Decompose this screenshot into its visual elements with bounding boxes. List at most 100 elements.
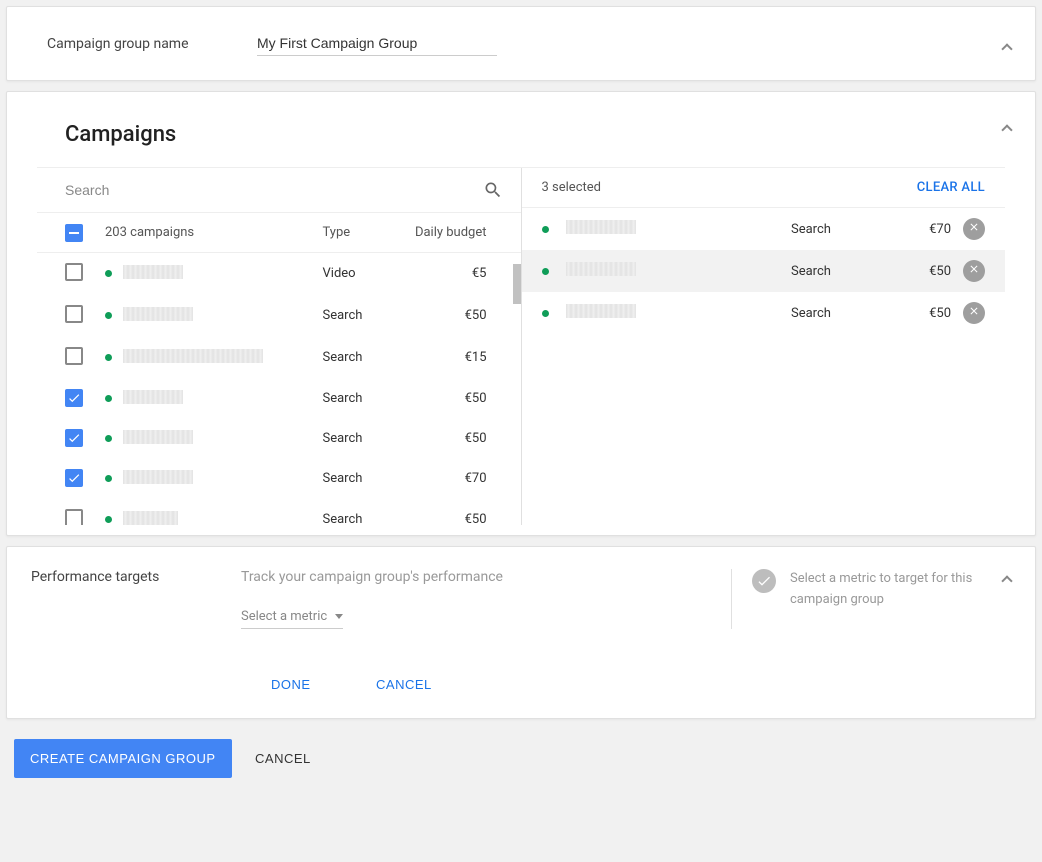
campaign-budget: €70 [413, 471, 503, 486]
campaign-budget: €70 [891, 222, 951, 237]
collapse-toggle[interactable] [995, 567, 1019, 591]
page-cancel-button[interactable]: CANCEL [235, 739, 331, 778]
campaign-group-name-card: Campaign group name [6, 6, 1036, 81]
performance-targets-card: Performance targets Track your campaign … [6, 546, 1036, 719]
campaigns-header: 203 campaigns Type Daily budget [37, 213, 521, 253]
page-actions: CREATE CAMPAIGN GROUP CANCEL [6, 729, 1036, 788]
campaign-budget: €50 [413, 431, 503, 446]
campaign-budget: €50 [413, 391, 503, 406]
campaign-row[interactable]: Search€50 [37, 379, 521, 419]
done-button[interactable]: DONE [255, 669, 327, 700]
col-type: Type [323, 225, 413, 240]
select-all-checkbox[interactable] [65, 224, 83, 242]
campaign-type: Search [323, 471, 413, 486]
available-campaigns-panel: 203 campaigns Type Daily budget Video€5S… [37, 168, 522, 525]
chevron-up-icon [1001, 43, 1012, 54]
create-campaign-group-button[interactable]: CREATE CAMPAIGN GROUP [14, 739, 232, 778]
select-metric-dropdown[interactable]: Select a metric [241, 605, 343, 629]
scrollbar-thumb[interactable] [513, 264, 521, 304]
campaigns-title: Campaigns [37, 122, 1005, 147]
campaigns-list[interactable]: Video€5Search€50Search€15Search€50Search… [37, 253, 521, 525]
campaign-type: Search [791, 306, 891, 321]
campaign-type: Search [323, 308, 413, 323]
campaign-budget: €50 [413, 308, 503, 323]
campaign-type: Search [323, 391, 413, 406]
remove-button[interactable] [963, 218, 985, 240]
clear-all-button[interactable]: CLEAR ALL [917, 180, 985, 195]
campaign-budget: €15 [413, 350, 503, 365]
chevron-up-icon [1001, 575, 1012, 586]
close-icon [968, 221, 980, 237]
remove-button[interactable] [963, 302, 985, 324]
collapse-toggle[interactable] [995, 116, 1019, 140]
performance-info: Select a metric to target for this campa… [731, 569, 1011, 629]
campaign-budget: €50 [891, 264, 951, 279]
select-metric-label: Select a metric [241, 609, 327, 624]
campaign-name-redacted [123, 265, 183, 279]
campaign-name-redacted [123, 349, 263, 363]
remove-button[interactable] [963, 260, 985, 282]
campaign-type: Video [323, 266, 413, 281]
status-dot-icon [542, 268, 549, 275]
campaign-name-redacted [566, 262, 636, 276]
status-dot-icon [105, 312, 112, 319]
status-dot-icon [542, 310, 549, 317]
status-dot-icon [105, 475, 112, 482]
row-checkbox[interactable] [65, 305, 83, 323]
status-dot-icon [105, 395, 112, 402]
collapse-toggle[interactable] [995, 35, 1019, 59]
campaign-name-redacted [123, 430, 193, 444]
row-checkbox[interactable] [65, 263, 83, 281]
campaign-row[interactable]: Search€50 [37, 499, 521, 525]
campaign-name-redacted [566, 304, 636, 318]
campaign-budget: €50 [413, 512, 503, 525]
campaign-row[interactable]: Search€50 [37, 419, 521, 459]
campaign-type: Search [323, 431, 413, 446]
search-icon[interactable] [483, 180, 503, 200]
selected-count: 3 selected [542, 180, 601, 195]
check-circle-icon [752, 569, 776, 593]
row-checkbox[interactable] [65, 347, 83, 365]
campaigns-count: 203 campaigns [105, 225, 323, 240]
selected-row: Search€70 [522, 208, 1006, 250]
row-checkbox[interactable] [65, 469, 83, 487]
campaign-row[interactable]: Search€15 [37, 337, 521, 379]
campaign-type: Search [323, 512, 413, 525]
chevron-up-icon [1001, 124, 1012, 135]
status-dot-icon [542, 226, 549, 233]
campaigns-card: Campaigns 203 campaigns Type Daily budge… [6, 91, 1036, 536]
row-checkbox[interactable] [65, 509, 83, 525]
cancel-button[interactable]: CANCEL [360, 669, 448, 700]
selected-row: Search€50 [522, 250, 1006, 292]
campaign-type: Search [791, 264, 891, 279]
close-icon [968, 263, 980, 279]
col-budget: Daily budget [413, 225, 503, 240]
selected-row: Search€50 [522, 292, 1006, 334]
campaign-row[interactable]: Search€50 [37, 295, 521, 337]
performance-hint: Track your campaign group's performance [241, 569, 731, 585]
campaign-name-redacted [123, 307, 193, 321]
close-icon [968, 305, 980, 321]
campaign-budget: €5 [413, 266, 503, 281]
status-dot-icon [105, 516, 112, 523]
campaign-row[interactable]: Video€5 [37, 253, 521, 295]
row-checkbox[interactable] [65, 429, 83, 447]
status-dot-icon [105, 270, 112, 277]
campaign-name-redacted [123, 390, 183, 404]
campaign-type: Search [791, 222, 891, 237]
performance-targets-label: Performance targets [31, 569, 241, 629]
status-dot-icon [105, 354, 112, 361]
performance-info-text: Select a metric to target for this campa… [790, 569, 1011, 611]
row-checkbox[interactable] [65, 389, 83, 407]
selected-campaigns-panel: 3 selected CLEAR ALL Search€70Search€50S… [522, 168, 1006, 525]
status-dot-icon [105, 435, 112, 442]
campaign-name-redacted [123, 470, 193, 484]
campaign-name-redacted [566, 220, 636, 234]
selected-list: Search€70Search€50Search€50 [522, 208, 1006, 334]
campaign-name-redacted [123, 511, 178, 525]
campaign-type: Search [323, 350, 413, 365]
campaign-group-name-input[interactable] [257, 31, 497, 56]
dropdown-icon [335, 614, 343, 619]
campaign-row[interactable]: Search€70 [37, 459, 521, 499]
search-input[interactable] [65, 182, 483, 198]
